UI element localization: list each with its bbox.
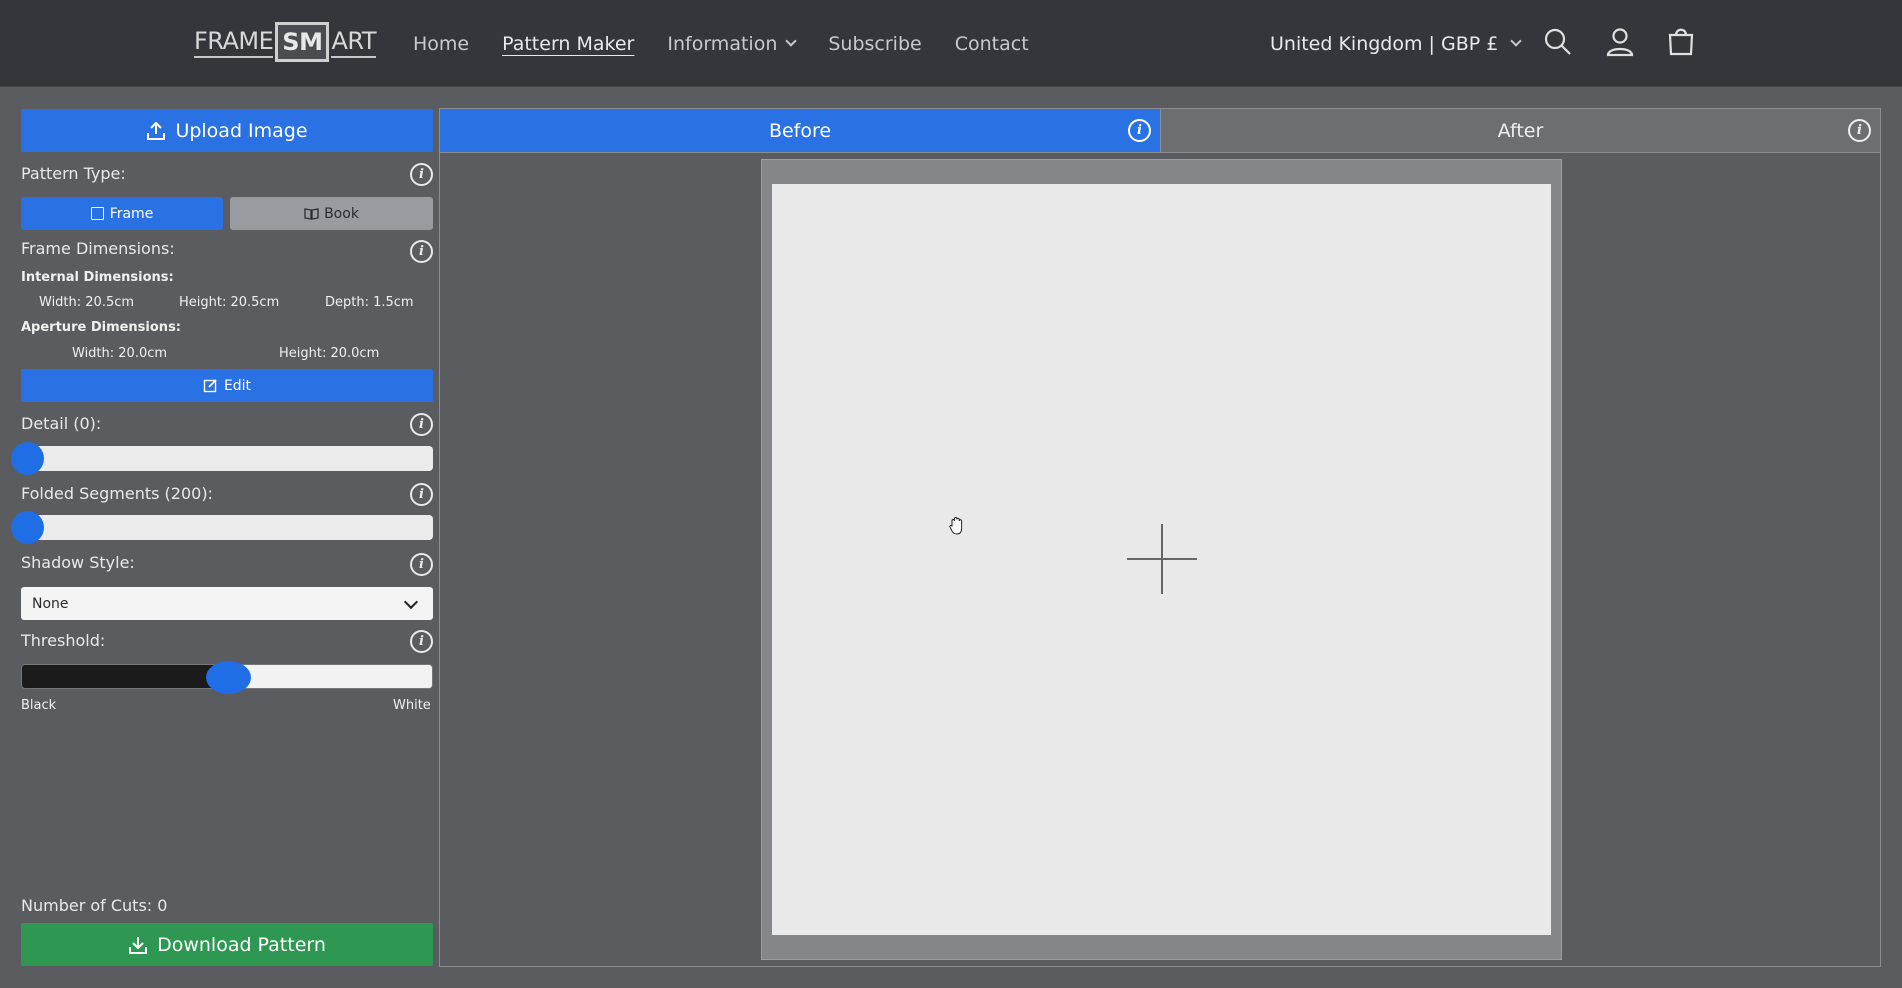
folded-segments-slider[interactable] [11, 511, 433, 544]
tab-divider [440, 152, 1880, 153]
aperture-dimensions-label: Aperture Dimensions: [21, 320, 181, 335]
nav-subscribe[interactable]: Subscribe [828, 33, 921, 55]
tab-after-label: After [1497, 119, 1544, 142]
pattern-type-book-button[interactable]: Book [230, 197, 433, 230]
internal-dimensions-label: Internal Dimensions: [21, 270, 174, 285]
threshold-label: Threshold: [21, 631, 106, 650]
internal-height: Height: 20.5cm [179, 295, 280, 310]
tab-before[interactable]: Before i [440, 109, 1160, 152]
download-pattern-label: Download Pattern [157, 933, 326, 956]
nav-information-label: Information [667, 32, 778, 55]
detail-slider-handle[interactable] [11, 442, 44, 475]
aperture-height: Height: 20.0cm [279, 346, 380, 361]
crosshair-vertical [1161, 524, 1163, 594]
shadow-style-value: None [32, 595, 69, 612]
pattern-type-info-icon[interactable]: i [410, 163, 433, 186]
nav-home[interactable]: Home [413, 33, 469, 55]
download-pattern-button[interactable]: Download Pattern [21, 923, 433, 966]
after-info-icon[interactable]: i [1848, 119, 1871, 142]
threshold-slider-handle[interactable] [206, 661, 251, 694]
folded-segments-slider-handle[interactable] [11, 511, 44, 544]
detail-slider[interactable] [11, 442, 433, 475]
cart-icon[interactable] [1663, 24, 1699, 60]
threshold-max-label: White [393, 698, 431, 713]
frame-smart-logo[interactable]: FRAME SM ART [194, 19, 376, 65]
upload-icon [147, 121, 166, 140]
chevron-down-icon [785, 35, 798, 47]
nav-pattern-maker[interactable]: Pattern Maker [502, 33, 634, 55]
image-canvas[interactable] [772, 184, 1551, 935]
threshold-slider[interactable] [21, 661, 433, 694]
image-canvas-frame [761, 159, 1562, 960]
region-label: United Kingdom | GBP £ [1270, 32, 1499, 55]
upload-image-label: Upload Image [175, 119, 308, 142]
threshold-min-label: Black [21, 698, 57, 713]
logo-text-art: ART [331, 27, 376, 58]
region-selector[interactable]: United Kingdom | GBP £ [1270, 0, 1522, 87]
account-icon[interactable] [1602, 24, 1638, 60]
edit-label: Edit [223, 377, 252, 394]
logo-text-frame: FRAME [194, 27, 274, 58]
chevron-down-icon [403, 594, 419, 610]
threshold-info-icon[interactable]: i [410, 630, 433, 653]
site-header: FRAME SM ART Home Pattern Maker Informat… [0, 0, 1902, 87]
folded-segments-label: Folded Segments (200): [21, 484, 213, 503]
detail-info-icon[interactable]: i [410, 413, 433, 436]
edit-dimensions-button[interactable]: Edit [21, 369, 433, 402]
tab-before-label: Before [768, 119, 832, 142]
detail-label: Detail (0): [21, 414, 102, 433]
main-nav: Home Pattern Maker Information Subscribe… [413, 0, 1062, 87]
upload-image-button[interactable]: Upload Image [21, 109, 433, 152]
preview-panel: Before i After i [439, 108, 1881, 967]
shadow-style-info-icon[interactable]: i [410, 553, 433, 576]
frame-icon [90, 207, 104, 220]
tab-after[interactable]: After i [1160, 109, 1880, 152]
shadow-style-label: Shadow Style: [21, 553, 135, 572]
internal-depth: Depth: 1.5cm [325, 295, 414, 310]
pattern-type-label: Pattern Type: [21, 164, 126, 183]
pattern-book-label: Book [324, 205, 359, 222]
shadow-style-select[interactable]: None [21, 587, 433, 620]
logo-text-sm: SM [275, 22, 330, 62]
edit-icon [203, 379, 217, 393]
number-of-cuts: Number of Cuts: 0 [21, 896, 168, 915]
download-icon [129, 936, 148, 954]
frame-dimensions-label: Frame Dimensions: [21, 239, 175, 258]
nav-information[interactable]: Information [667, 32, 798, 55]
aperture-width: Width: 20.0cm [72, 346, 168, 361]
pattern-type-frame-button[interactable]: Frame [21, 197, 223, 230]
folded-segments-info-icon[interactable]: i [410, 483, 433, 506]
pattern-frame-label: Frame [109, 205, 154, 222]
chevron-down-icon [1510, 35, 1522, 47]
hand-cursor-icon [949, 516, 963, 535]
nav-contact[interactable]: Contact [955, 33, 1029, 55]
frame-dimensions-info-icon[interactable]: i [410, 240, 433, 263]
internal-width: Width: 20.5cm [39, 295, 135, 310]
before-info-icon[interactable]: i [1128, 119, 1151, 142]
search-icon[interactable] [1540, 24, 1576, 60]
book-icon [304, 207, 319, 220]
